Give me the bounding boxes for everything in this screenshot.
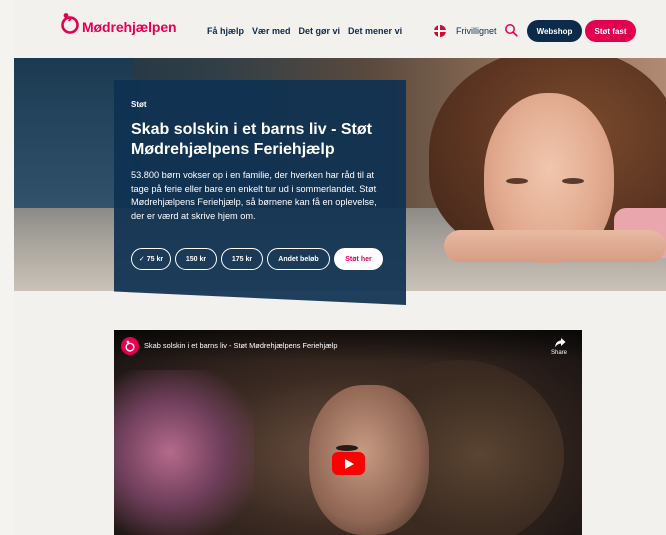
check-icon: ✓ xyxy=(138,256,145,263)
nav-item-what-we-do[interactable]: Det gør vi xyxy=(299,26,341,36)
site-header: Mødrehjælpen Få hjælp Vær med Det gør vi… xyxy=(14,0,666,58)
amount-option-175[interactable]: 175 kr xyxy=(221,248,263,270)
logo-icon xyxy=(125,340,135,352)
video-thumbnail-face xyxy=(309,385,429,535)
play-button[interactable] xyxy=(332,452,365,475)
video-title[interactable]: Skab solskin i et barns liv - Støt Mødre… xyxy=(144,341,337,350)
page-margin xyxy=(0,0,14,535)
logo-icon xyxy=(61,13,79,34)
video-player[interactable]: Skab solskin i et barns liv - Støt Mødre… xyxy=(114,330,582,535)
donation-amounts: ✓ 75 kr 150 kr 175 kr Andet beløb Støt h… xyxy=(131,248,383,270)
video-thumbnail-eye xyxy=(336,445,358,451)
support-here-button[interactable]: Støt her xyxy=(334,248,383,270)
webshop-button[interactable]: Webshop xyxy=(527,20,582,42)
amount-option-75[interactable]: ✓ 75 kr xyxy=(131,248,171,270)
nav-item-what-we-think[interactable]: Det mener vi xyxy=(348,26,402,36)
danish-flag-icon[interactable] xyxy=(434,25,446,37)
channel-logo-icon[interactable] xyxy=(121,337,139,355)
hero-girl-arms xyxy=(444,230,666,262)
card-title: Skab solskin i et barns liv - Støt Mødre… xyxy=(131,121,372,158)
volunteer-link[interactable]: Frivillignet xyxy=(456,26,497,36)
amount-label: 75 kr xyxy=(146,255,164,263)
amount-option-150[interactable]: 150 kr xyxy=(175,248,217,270)
amount-option-other[interactable]: Andet beløb xyxy=(267,248,330,270)
search-icon[interactable] xyxy=(504,23,518,37)
play-icon xyxy=(345,458,354,469)
site-logo[interactable]: Mødrehjælpen xyxy=(60,11,177,35)
donation-card: Støt Skab solskin i et barns liv - Støt … xyxy=(114,80,406,305)
nav-item-get-help[interactable]: Få hjælp xyxy=(207,26,244,36)
share-icon[interactable] xyxy=(554,337,566,349)
logo-text: Mødrehjælpen xyxy=(82,19,177,35)
hero-girl-eye xyxy=(506,178,528,184)
share-label[interactable]: Share xyxy=(551,350,567,356)
card-body-text: 53.800 børn vokser op i en familie, der … xyxy=(131,170,377,221)
card-eyebrow: Støt xyxy=(131,100,147,109)
hero-girl-eye xyxy=(562,178,584,184)
support-monthly-button[interactable]: Støt fast xyxy=(585,20,636,42)
nav-item-join[interactable]: Vær med xyxy=(252,26,291,36)
main-nav: Få hjælp Vær med Det gør vi Det mener vi xyxy=(207,26,402,36)
video-thumbnail-glow xyxy=(114,370,254,535)
